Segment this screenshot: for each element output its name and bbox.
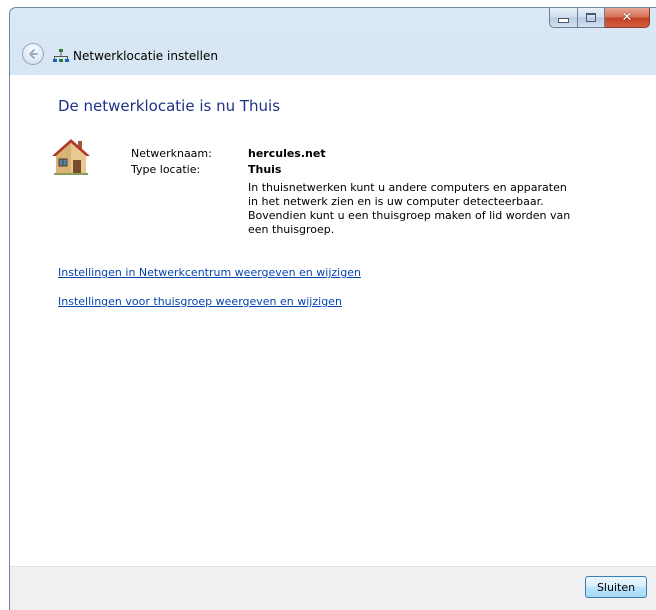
location-description: In thuisnetwerken kunt u andere computer… — [248, 181, 571, 236]
minimize-icon — [558, 18, 569, 23]
location-type-value: Thuis — [248, 163, 282, 176]
window-title: Netwerklocatie instellen — [73, 49, 218, 63]
footer-bar: Sluiten — [10, 566, 656, 610]
maximize-button[interactable] — [578, 8, 605, 28]
back-button[interactable] — [22, 43, 44, 65]
network-name-label: Netwerknaam: — [131, 147, 212, 160]
house-icon — [52, 139, 90, 175]
close-icon: ✕ — [621, 10, 633, 25]
main-content: De netwerklocatie is nu Thuis Netwerknaa… — [10, 75, 656, 567]
window-close-button[interactable]: ✕ — [605, 8, 650, 28]
caption-buttons: ✕ — [549, 8, 650, 28]
network-center-settings-link[interactable]: Instellingen in Netwerkcentrum weergeven… — [58, 266, 361, 279]
homegroup-settings-link[interactable]: Instellingen voor thuisgroep weergeven e… — [58, 295, 342, 308]
location-type-label: Type locatie: — [131, 163, 201, 176]
minimize-button[interactable] — [549, 8, 578, 28]
network-icon — [53, 49, 69, 62]
page-title: De netwerklocatie is nu Thuis — [58, 97, 281, 115]
maximize-icon — [586, 13, 596, 22]
header-bar: Netwerklocatie instellen — [10, 36, 656, 74]
back-arrow-icon — [29, 49, 38, 59]
network-name-value: hercules.net — [248, 147, 326, 160]
dialog-window: ✕ Netwerklocatie instellen De netwerkloc… — [9, 7, 656, 610]
sluiten-button[interactable]: Sluiten — [585, 576, 647, 598]
